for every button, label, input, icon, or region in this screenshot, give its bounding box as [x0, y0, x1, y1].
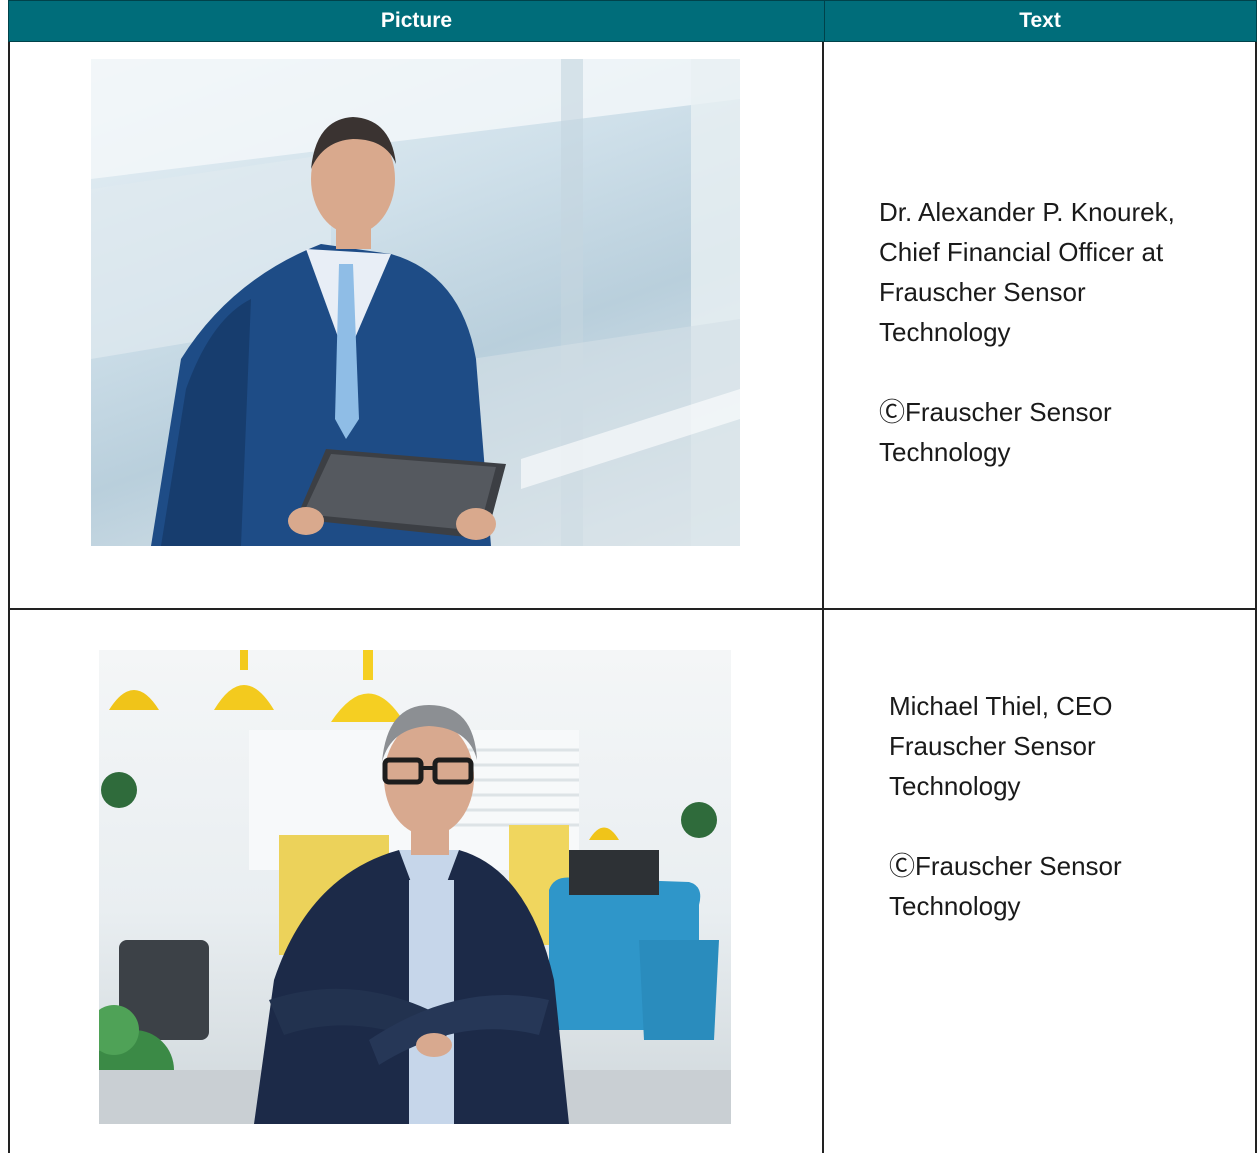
- copyright-ceo-line: ⒸFrauscher Sensor: [889, 851, 1122, 881]
- photo-cfo: [91, 59, 740, 546]
- caption-cfo: Dr. Alexander P. Knourek, Chief Financia…: [879, 192, 1249, 472]
- photo-cfo-image: [91, 59, 740, 546]
- caption-ceo-line: Technology: [889, 771, 1021, 801]
- caption-ceo: Michael Thiel, CEO Frauscher Sensor Tech…: [889, 686, 1249, 926]
- table-header-row: Picture Text: [8, 0, 1257, 42]
- photo-ceo-image: [99, 650, 731, 1124]
- caption-cfo-line: Frauscher Sensor: [879, 277, 1086, 307]
- copyright-cfo-line: ⒸFrauscher Sensor: [879, 397, 1112, 427]
- table-border-left: [8, 42, 10, 1153]
- caption-ceo-line: Frauscher Sensor: [889, 731, 1096, 761]
- caption-cfo-line: Dr. Alexander P. Knourek,: [879, 197, 1175, 227]
- table-column-divider: [822, 42, 824, 1153]
- table-border-right: [1255, 42, 1257, 1153]
- caption-cfo-line: Technology: [879, 317, 1011, 347]
- photo-ceo: [99, 650, 731, 1124]
- caption-cfo-line: Chief Financial Officer at: [879, 237, 1164, 267]
- copyright-cfo-line: Technology: [879, 437, 1011, 467]
- caption-ceo-line: Michael Thiel, CEO: [889, 691, 1113, 721]
- header-picture: Picture: [380, 9, 453, 32]
- copyright-ceo-line: Technology: [889, 891, 1021, 921]
- content-table: Picture Text Dr. Alexander P. Knourek, C…: [8, 0, 1257, 1153]
- table-row-divider: [8, 608, 1257, 610]
- header-text: Text: [1019, 9, 1061, 32]
